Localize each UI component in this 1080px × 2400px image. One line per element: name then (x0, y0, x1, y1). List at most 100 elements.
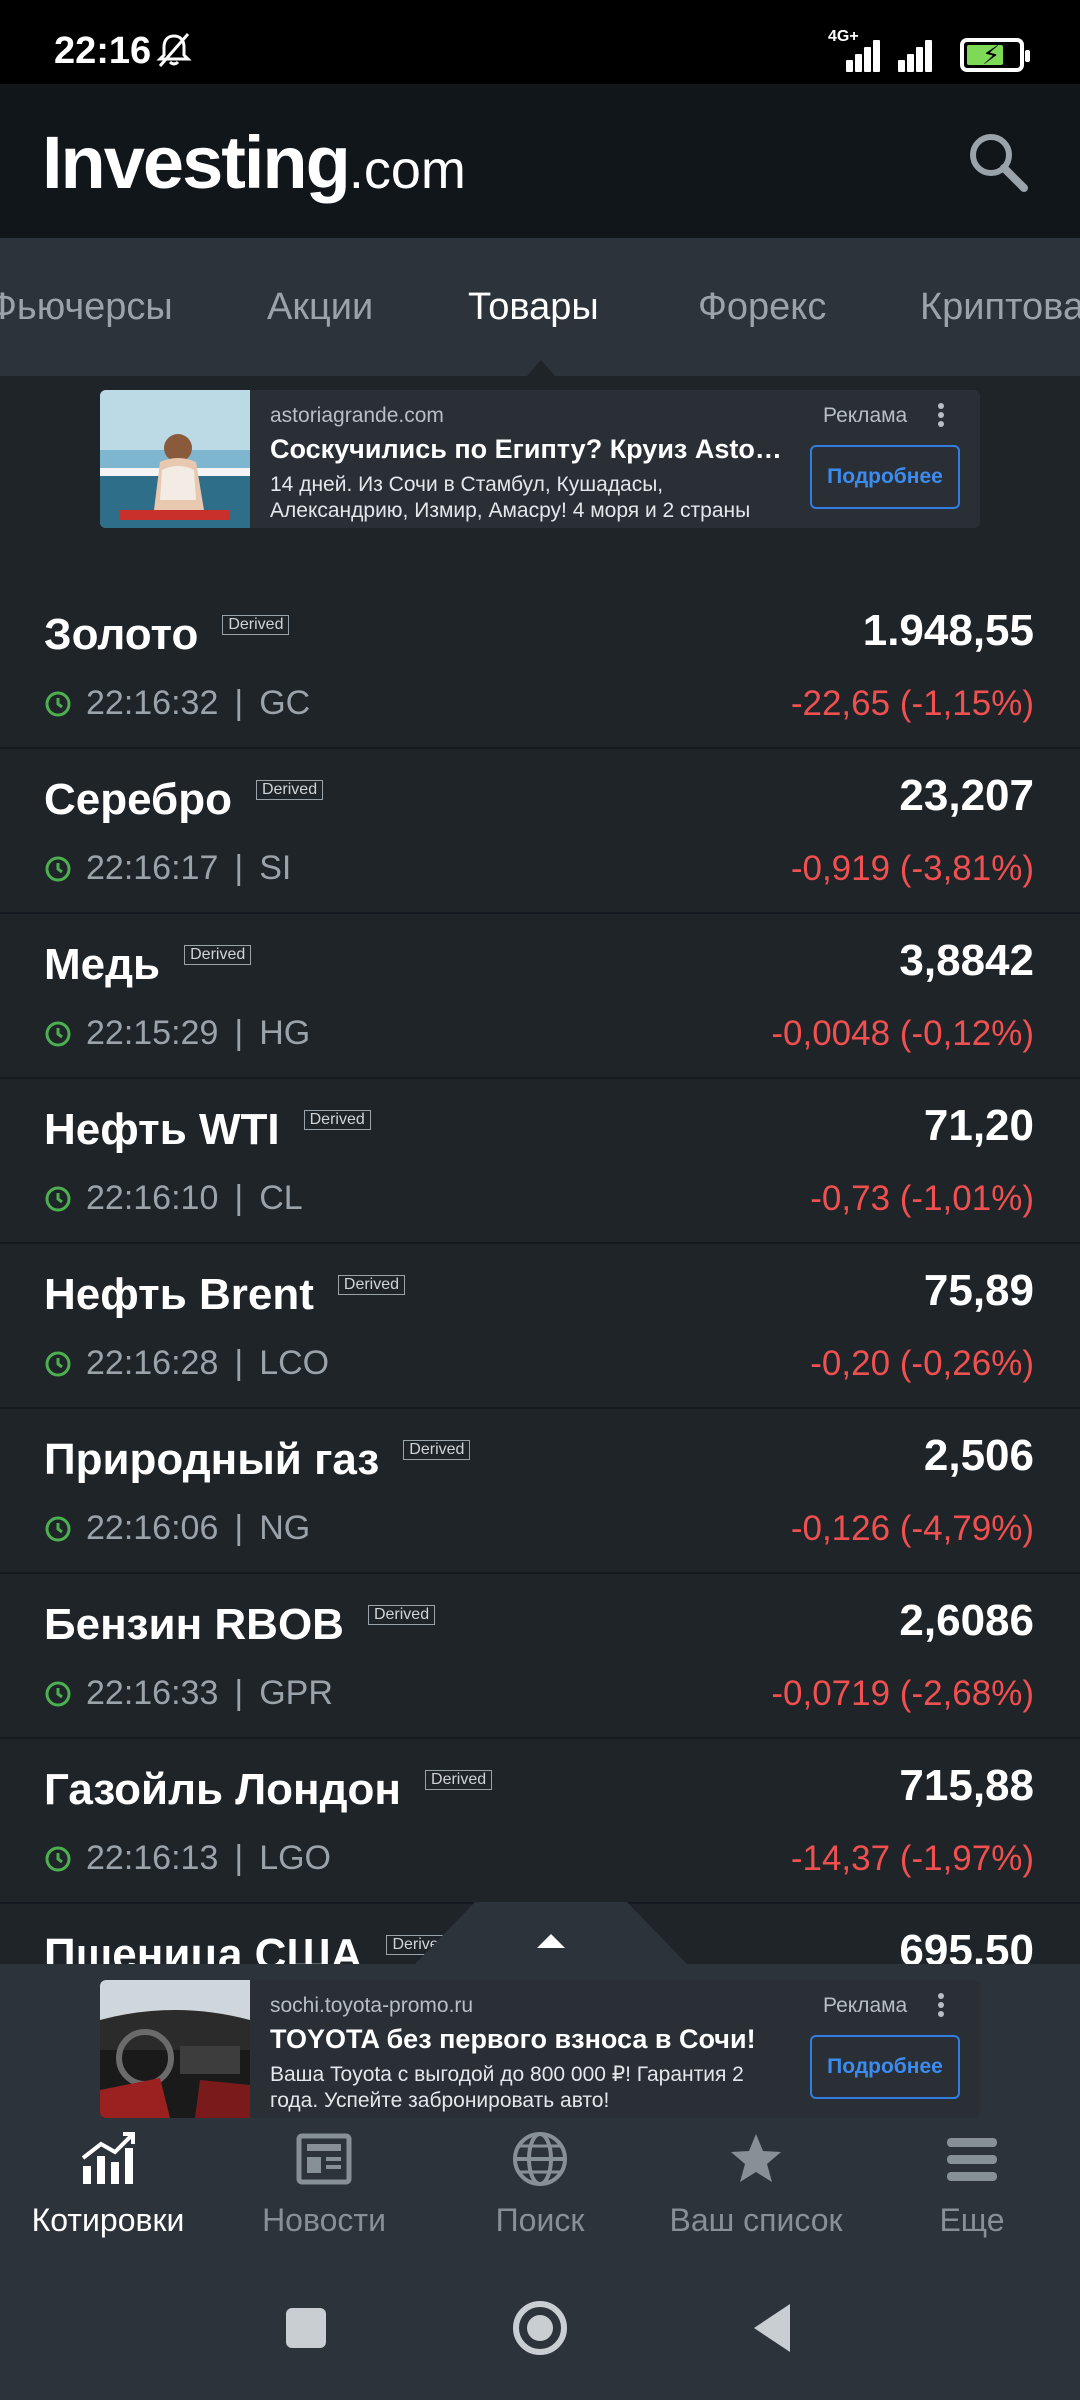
nav-label: Котировки (31, 2202, 185, 2238)
newspaper-icon (296, 2133, 352, 2185)
tab-futures[interactable]: Фьючерсы (0, 286, 173, 329)
quote-row-gasoil[interactable]: Газойль Лондон Derived 22:16:13 | LGO 715,8… (0, 1739, 1080, 1904)
status-bar: 22:16 4G+ ⚡ (0, 0, 1080, 84)
quote-price: 71,20 (923, 1101, 1034, 1150)
quotes-list: Золото Derived 22:16:32 | GC 1.948,55 -22,6… (0, 584, 1080, 2069)
quote-symbol: GC (259, 684, 311, 722)
search-icon[interactable] (964, 128, 1032, 196)
status-time: 22:16 (54, 30, 152, 72)
quote-time: 22:16:17 (86, 849, 219, 887)
ad-title: TOYOTA без первого взноса в Сочи! (270, 2024, 756, 2054)
instrument-name: Газойль Лондон (44, 1765, 402, 1814)
quote-row-gold[interactable]: Золото Derived 22:16:32 | GC 1.948,55 -22,6… (0, 584, 1080, 749)
tab-stocks[interactable]: Акции (267, 286, 373, 329)
clock-icon (45, 856, 71, 881)
instrument-name: Золото (44, 610, 199, 659)
ad-image (100, 1980, 250, 2118)
battery-charging-icon: ⚡ (960, 38, 1030, 72)
investing-logo[interactable]: Investing.com (42, 120, 466, 205)
quote-row-silver[interactable]: Серебро Derived 22:16:17 | SI 23,207 -0,919… (0, 749, 1080, 914)
ad-description: 14 дней. Из Сочи в Стамбул, Кушадасы, Ал… (270, 473, 751, 522)
expand-up-button[interactable] (415, 1902, 687, 1964)
quote-change: -0,126 (-4,79%) (790, 1509, 1034, 1548)
quote-change: -22,65 (-1,15%) (790, 684, 1034, 723)
network-type: 4G+ (828, 28, 859, 45)
globe-icon (513, 2132, 567, 2186)
instrument-name: Бензин RBOB (44, 1600, 344, 1649)
clock-icon (45, 1351, 71, 1376)
clock-icon (45, 1846, 71, 1871)
nav-label: Новости (262, 2202, 386, 2238)
ad-cta-button[interactable]: Подробнее (810, 2035, 960, 2099)
instrument-name: Нефть Brent (44, 1270, 314, 1319)
more-vert-icon[interactable] (936, 402, 946, 428)
quote-time: 22:16:32 (86, 684, 219, 722)
quote-symbol: LCO (259, 1344, 330, 1382)
ad-domain: astoriagrande.com (270, 404, 444, 427)
quote-row-brent[interactable]: Нефть Brent Derived 22:16:28 | LCO 75,89 -0… (0, 1244, 1080, 1409)
instrument-name: Нефть WTI (44, 1105, 280, 1154)
quote-price: 75,89 (923, 1266, 1034, 1315)
quote-row-copper[interactable]: Медь Derived 22:15:29 | HG 3,8842 -0,0048 (… (0, 914, 1080, 1079)
quote-symbol: CL (259, 1179, 303, 1217)
quote-time: 22:16:28 (86, 1344, 219, 1382)
app-header: Investing.com (0, 84, 1080, 238)
ad-banner-top[interactable]: astoriagrande.com Реклама Соскучились по… (100, 390, 980, 528)
nav-news[interactable]: Новости (216, 2128, 432, 2239)
quote-price: 2,506 (923, 1431, 1034, 1480)
chart-icon (81, 2132, 135, 2184)
quote-time: 22:16:33 (86, 1674, 219, 1712)
ad-description: Ваша Toyota с выгодой до 800 000 ₽! Гара… (270, 2063, 744, 2112)
quote-change: -0,919 (-3,81%) (790, 849, 1034, 888)
recent-apps-icon[interactable] (286, 2308, 326, 2348)
ad-label: Реклама (823, 1994, 908, 2017)
quote-change: -14,37 (-1,97%) (790, 1839, 1034, 1878)
clock-icon (45, 1681, 71, 1706)
signal-icon (892, 34, 942, 72)
nav-label: Поиск (495, 2202, 585, 2238)
nav-more[interactable]: Еще (864, 2128, 1080, 2239)
quote-price: 1.948,55 (862, 606, 1034, 655)
quote-price: 2,6086 (899, 1596, 1034, 1645)
quote-symbol: GPR (259, 1674, 333, 1712)
quote-time: 22:15:29 (86, 1014, 219, 1052)
bell-off-icon (156, 33, 192, 67)
ad-image (100, 390, 250, 528)
ad-banner-bottom[interactable]: sochi.toyota-promo.ru Реклама TOYOTA без… (100, 1980, 980, 2118)
clock-icon (45, 691, 71, 716)
quote-time: 22:16:13 (86, 1839, 219, 1877)
derived-badge: Derived (367, 1605, 436, 1625)
clock-icon (45, 1186, 71, 1211)
nav-watchlist[interactable]: Ваш список (648, 2128, 864, 2239)
quote-symbol: SI (259, 849, 292, 887)
quote-symbol: NG (259, 1509, 311, 1547)
status-icons: 4G+ ⚡ (828, 28, 1030, 72)
instrument-name: Серебро (44, 775, 232, 824)
ad-title: Соскучились по Египту? Круиз Astoria Gra… (270, 434, 790, 464)
tab-commodities[interactable]: Товары (468, 286, 599, 329)
nav-search[interactable]: Поиск (432, 2128, 648, 2239)
quote-row-wti[interactable]: Нефть WTI Derived 22:16:10 | CL 71,20 -0,73… (0, 1079, 1080, 1244)
derived-badge: Derived (184, 945, 252, 965)
ad-cta-button[interactable]: Подробнее (810, 445, 960, 509)
quote-symbol: HG (259, 1014, 311, 1052)
derived-badge: Derived (337, 1275, 406, 1295)
tab-forex[interactable]: Форекс (698, 286, 826, 329)
quote-price: 3,8842 (899, 936, 1034, 985)
nav-label: Ваш список (669, 2202, 843, 2238)
quote-row-natural-gas[interactable]: Природный газ Derived 22:16:06 | NG 2,506 -… (0, 1409, 1080, 1574)
quote-change: -0,20 (-0,26%) (810, 1344, 1034, 1383)
back-icon[interactable] (754, 2304, 790, 2352)
nav-quotes[interactable]: Котировки (0, 2128, 216, 2239)
more-vert-icon[interactable] (936, 1992, 946, 2018)
derived-badge: Derived (255, 780, 324, 800)
quote-time: 22:16:10 (86, 1179, 219, 1217)
signal-icon: 4G+ (828, 28, 882, 72)
tab-crypto[interactable]: Криптовалюты (920, 286, 1080, 329)
quote-price: 23,207 (899, 771, 1034, 820)
derived-badge: Derived (425, 1770, 493, 1790)
instrument-name: Медь (44, 940, 161, 989)
quote-change: -0,73 (-1,01%) (810, 1179, 1034, 1218)
quote-row-rbob[interactable]: Бензин RBOB Derived 22:16:33 | GPR 2,6086 -… (0, 1574, 1080, 1739)
ad-label: Реклама (823, 404, 908, 427)
